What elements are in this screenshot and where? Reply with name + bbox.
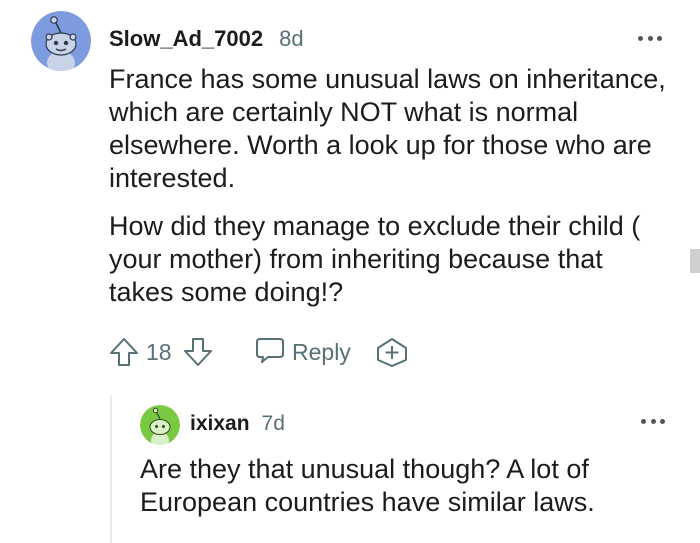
comment-paragraph-1: France has some unusual laws on inherita… [109, 64, 666, 193]
snoo-avatar-icon[interactable] [140, 405, 180, 445]
comment-thread: Slow_Ad_7002 8d France has some unusual … [0, 0, 700, 543]
reply-age: 7d [261, 412, 285, 435]
award-plus-icon[interactable] [375, 336, 409, 368]
vote-count: 18 [146, 339, 172, 365]
reply-text: Are they that unusual though? A lot of E… [140, 454, 595, 517]
upvote-arrow-icon[interactable] [108, 336, 140, 368]
reply-username[interactable]: ixixan [190, 412, 250, 436]
comment-username[interactable]: Slow_Ad_7002 [109, 26, 263, 52]
reply-header: ixixan 7d [190, 412, 285, 436]
reply-label: Reply [292, 338, 351, 365]
snoo-avatar-icon[interactable] [31, 11, 91, 71]
thread-line[interactable] [110, 395, 112, 543]
comment-paragraph-2: How did they manage to exclude their chi… [109, 211, 641, 307]
comment-age: 8d [279, 26, 304, 51]
more-options-icon[interactable] [641, 411, 665, 431]
speech-bubble-icon [254, 334, 286, 371]
comment-header: Slow_Ad_7002 8d [109, 26, 304, 52]
reply-button[interactable]: Reply [254, 336, 351, 368]
downvote-arrow-icon[interactable] [182, 336, 214, 368]
scrollbar-thumb[interactable] [690, 249, 700, 273]
more-options-icon[interactable] [638, 28, 662, 48]
